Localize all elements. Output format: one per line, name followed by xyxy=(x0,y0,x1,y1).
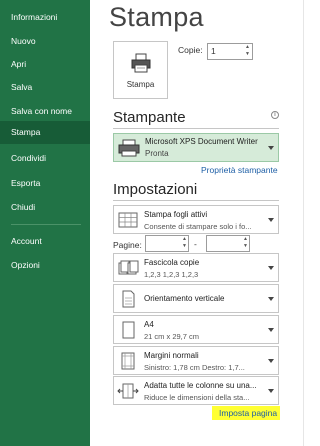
margins-icon xyxy=(121,352,135,370)
chevron-down-icon xyxy=(268,145,274,150)
copies-increase-icon[interactable]: ▲ xyxy=(243,44,252,51)
pages-to-decrease-icon[interactable]: ▼ xyxy=(241,243,250,250)
nav-esporta[interactable]: Esporta xyxy=(0,172,90,195)
nav-salva-con-nome[interactable]: Salva con nome xyxy=(0,100,90,123)
printer-device-icon xyxy=(118,139,140,157)
printer-status: Pronta xyxy=(145,149,169,158)
paper-icon xyxy=(122,321,135,339)
panel-divider xyxy=(303,0,304,446)
margins-title: Margini normali xyxy=(144,351,199,360)
printer-dropdown[interactable]: Microsoft XPS Document Writer Pronta xyxy=(113,133,279,162)
sheet-grid-icon xyxy=(118,212,138,228)
nav-chiudi[interactable]: Chiudi xyxy=(0,196,90,219)
nav-opzioni[interactable]: Opzioni xyxy=(0,254,90,277)
fit-columns-icon xyxy=(117,383,139,399)
printer-icon xyxy=(131,53,151,73)
margins-desc: Sinistro: 1,78 cm Destro: 1,7... xyxy=(144,363,245,372)
collate-desc: 1,2,3 1,2,3 1,2,3 xyxy=(144,270,199,279)
printer-name: Microsoft XPS Document Writer xyxy=(145,137,258,146)
nav-account[interactable]: Account xyxy=(0,230,90,253)
copies-decrease-icon[interactable]: ▼ xyxy=(243,51,252,58)
orientation-title: Orientamento verticale xyxy=(144,294,225,303)
print-scope-dropdown[interactable]: Stampa fogli attivi Consente di stampare… xyxy=(113,205,279,234)
backstage-sidebar: Informazioni Nuovo Apri Salva Salva con … xyxy=(0,0,90,446)
printer-properties-link[interactable]: Proprietà stampante xyxy=(201,165,278,175)
paper-size-desc: 21 cm x 29,7 cm xyxy=(144,332,200,341)
chevron-down-icon xyxy=(268,327,274,332)
paper-size-dropdown[interactable]: A4 21 cm x 29,7 cm xyxy=(113,315,279,344)
pages-from-increase-icon[interactable]: ▲ xyxy=(180,236,189,243)
info-icon[interactable]: i xyxy=(271,111,279,119)
scaling-title: Adatta tutte le colonne su una... xyxy=(144,381,257,390)
chevron-down-icon xyxy=(268,296,274,301)
print-button-label: Stampa xyxy=(126,80,155,89)
scaling-desc: Riduce le dimensioni della sta... xyxy=(144,393,250,402)
scaling-dropdown[interactable]: Adatta tutte le colonne su una... Riduce… xyxy=(113,376,279,405)
pages-label: Pagine: xyxy=(113,240,142,250)
chevron-down-icon xyxy=(268,265,274,270)
pages-to-increase-icon[interactable]: ▲ xyxy=(241,236,250,243)
printer-heading-rule xyxy=(113,128,279,129)
pages-from-decrease-icon[interactable]: ▼ xyxy=(180,243,189,250)
print-button[interactable]: Stampa xyxy=(113,41,168,99)
nav-informazioni[interactable]: Informazioni xyxy=(0,6,90,29)
nav-stampa[interactable]: Stampa xyxy=(0,121,90,144)
chevron-down-icon xyxy=(268,358,274,363)
orientation-dropdown[interactable]: Orientamento verticale xyxy=(113,284,279,313)
portrait-page-icon xyxy=(122,290,135,308)
nav-nuovo[interactable]: Nuovo xyxy=(0,30,90,53)
page-title: Stampa xyxy=(109,2,204,32)
chevron-down-icon xyxy=(268,388,274,393)
nav-salva[interactable]: Salva xyxy=(0,76,90,99)
print-scope-desc: Consente di stampare solo i fo... xyxy=(144,222,252,231)
printer-heading: Stampante xyxy=(113,109,186,126)
settings-heading: Impostazioni xyxy=(113,181,198,198)
collate-icon xyxy=(118,260,139,275)
pages-dash: - xyxy=(194,239,197,249)
copies-label: Copie: xyxy=(178,45,203,55)
margins-dropdown[interactable]: Margini normali Sinistro: 1,78 cm Destro… xyxy=(113,346,279,375)
settings-heading-rule xyxy=(113,200,279,201)
paper-size-title: A4 xyxy=(144,320,154,329)
collate-dropdown[interactable]: Fascicola copie 1,2,3 1,2,3 1,2,3 xyxy=(113,253,279,282)
page-setup-link[interactable]: Imposta pagina xyxy=(219,408,277,418)
nav-condividi[interactable]: Condividi xyxy=(0,147,90,170)
nav-apri[interactable]: Apri xyxy=(0,53,90,76)
nav-separator xyxy=(11,224,81,225)
collate-title: Fascicola copie xyxy=(144,258,200,267)
print-scope-title: Stampa fogli attivi xyxy=(144,210,208,219)
chevron-down-icon xyxy=(268,217,274,222)
